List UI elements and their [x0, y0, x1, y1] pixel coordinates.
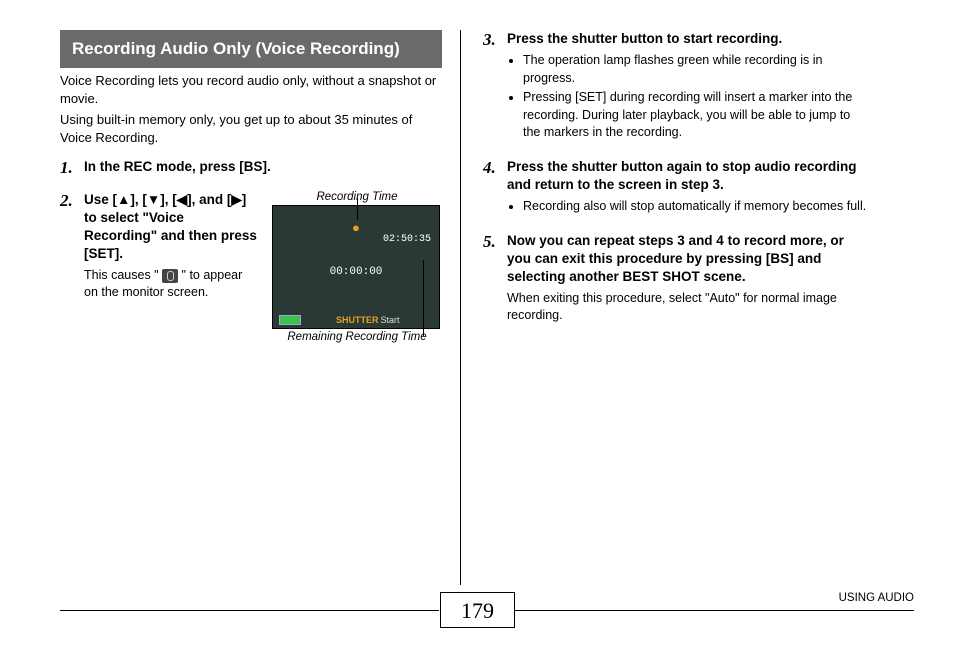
section-heading: Recording Audio Only (Voice Recording): [60, 30, 442, 68]
up-arrow-icon: ▲: [117, 191, 130, 209]
start-label: Start: [381, 315, 400, 325]
step-description: When exiting this procedure, select "Aut…: [507, 290, 871, 324]
step-2: 2. Use [▲], [▼], [◀], and [▶] to select …: [60, 191, 442, 343]
step-5: 5. Now you can repeat steps 3 and 4 to r…: [483, 232, 871, 324]
step-title: Use [▲], [▼], [◀], and [▶] to select "Vo…: [84, 191, 257, 264]
microphone-icon: [162, 269, 178, 283]
intro-paragraph-2: Using built-in memory only, you get up t…: [60, 111, 442, 146]
list-item: Pressing [SET] during recording will ins…: [523, 89, 871, 142]
elapsed-time-display: 00:00:00: [273, 266, 439, 278]
intro-paragraph-1: Voice Recording lets you record audio on…: [60, 72, 442, 107]
lcd-bottom-bar: SHUTTER Start: [273, 312, 439, 328]
step-title: Press the shutter button again to stop a…: [507, 158, 871, 194]
text: ], and [: [187, 192, 231, 207]
shutter-label: SHUTTER: [336, 315, 379, 325]
lcd-figure: Recording Time ● 02:50:35 00:00:00 SHUTT…: [272, 191, 442, 343]
footer-rule: [515, 610, 914, 611]
battery-icon: [279, 315, 301, 325]
step-number: 2.: [60, 191, 84, 343]
step-title: In the REC mode, press [BS].: [84, 158, 442, 176]
list-item: The operation lamp flashes green while r…: [523, 52, 871, 87]
step-title: Now you can repeat steps 3 and 4 to reco…: [507, 232, 871, 287]
down-arrow-icon: ▼: [147, 191, 160, 209]
remaining-time-display: 02:50:35: [383, 234, 431, 245]
footer-rule: [60, 610, 439, 611]
text: ], [: [130, 192, 147, 207]
page-number: 179: [440, 592, 515, 628]
step-3: 3. Press the shutter button to start rec…: [483, 30, 871, 144]
step-title: Press the shutter button to start record…: [507, 30, 871, 48]
bullet-list: The operation lamp flashes green while r…: [507, 52, 871, 142]
page-footer: USING AUDIO 179: [0, 592, 954, 632]
two-column-layout: Recording Audio Only (Voice Recording) V…: [60, 30, 914, 585]
step-number: 4.: [483, 158, 507, 218]
camera-lcd-screen: ● 02:50:35 00:00:00 SHUTTER Start: [272, 205, 440, 329]
left-arrow-icon: ◀: [177, 191, 187, 209]
list-item: Recording also will stop automatically i…: [523, 198, 871, 216]
right-arrow-icon: ▶: [231, 191, 241, 209]
mic-icon: ●: [352, 220, 362, 236]
figure-label-bottom: Remaining Recording Time: [272, 331, 442, 343]
step-number: 3.: [483, 30, 507, 144]
footer-section-label: USING AUDIO: [839, 592, 914, 604]
callout-line: [357, 198, 358, 220]
step-description: This causes " " to appear on the monitor…: [84, 267, 257, 301]
right-column: 3. Press the shutter button to start rec…: [461, 30, 871, 585]
text: This causes ": [84, 268, 162, 282]
step-number: 5.: [483, 232, 507, 324]
step-4: 4. Press the shutter button again to sto…: [483, 158, 871, 218]
manual-page: Recording Audio Only (Voice Recording) V…: [0, 0, 954, 646]
callout-line: [423, 260, 424, 336]
step-1: 1. In the REC mode, press [BS].: [60, 158, 442, 180]
left-column: Recording Audio Only (Voice Recording) V…: [60, 30, 460, 585]
bullet-list: Recording also will stop automatically i…: [507, 198, 871, 216]
step-number: 1.: [60, 158, 84, 180]
text: Use [: [84, 192, 117, 207]
text: ], [: [160, 192, 177, 207]
